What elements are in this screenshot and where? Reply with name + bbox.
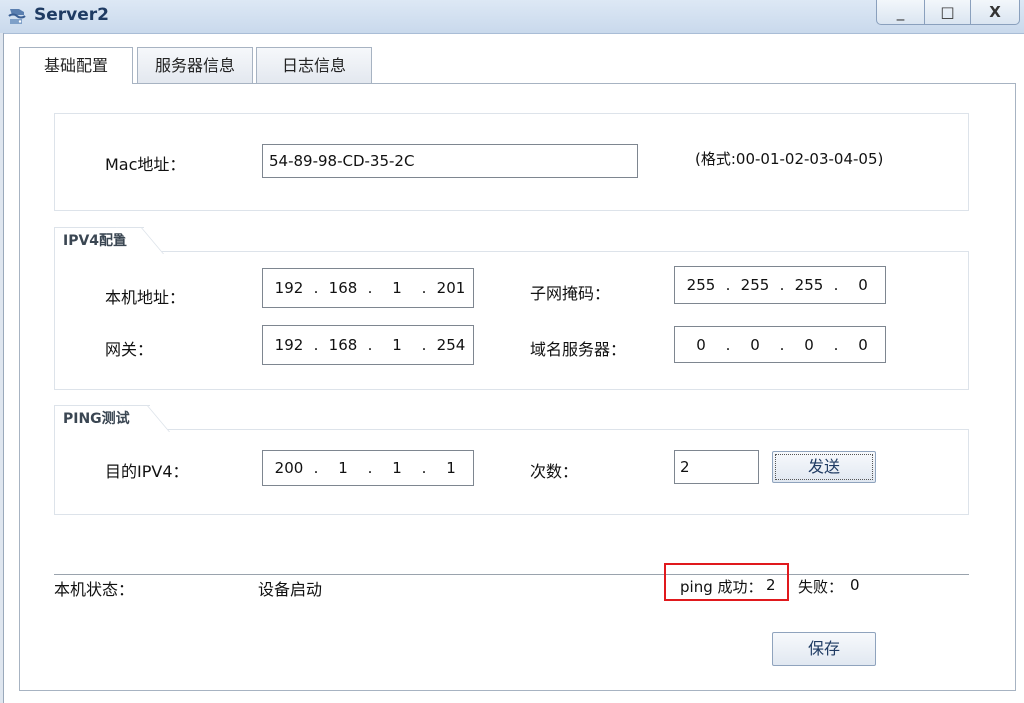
octet-dot: . xyxy=(313,279,319,297)
octet: 1 xyxy=(392,336,402,354)
dns-input[interactable]: 0. 0. 0. 0 xyxy=(674,326,886,363)
tab-log-info[interactable]: 日志信息 xyxy=(256,47,372,83)
octet: 0 xyxy=(696,335,706,354)
octet-dot: . xyxy=(833,335,839,354)
ping-fail-count: 0 xyxy=(850,576,860,594)
octet-dot: . xyxy=(779,335,785,354)
octet: 192 xyxy=(274,336,304,354)
ping-success-highlight xyxy=(664,563,789,601)
local-address-label: 本机地址： xyxy=(105,288,186,307)
octet: 1 xyxy=(338,459,348,477)
maximize-icon: □ xyxy=(940,3,955,21)
status-label: 本机状态： xyxy=(54,580,135,599)
octet-dot: . xyxy=(421,336,427,354)
octet: 0 xyxy=(858,335,868,354)
octet: 254 xyxy=(436,336,466,354)
octet-dot: . xyxy=(421,459,427,477)
octet: 1 xyxy=(392,459,402,477)
close-icon: X xyxy=(989,3,1001,21)
octet-dot: . xyxy=(367,336,373,354)
octet-dot: . xyxy=(725,335,731,354)
octet-dot: . xyxy=(779,276,785,294)
octet-dot: . xyxy=(367,279,373,297)
octet: 1 xyxy=(446,459,456,477)
minimize-button[interactable]: _ xyxy=(876,0,925,25)
save-button[interactable]: 保存 xyxy=(772,632,876,666)
octet: 255 xyxy=(794,276,824,294)
octet: 1 xyxy=(392,279,402,297)
dns-label: 域名服务器： xyxy=(530,340,627,359)
maximize-button[interactable]: □ xyxy=(924,0,971,25)
octet-dot: . xyxy=(313,459,319,477)
target-ipv4-input[interactable]: 200. 1. 1. 1 xyxy=(262,450,474,486)
octet: 168 xyxy=(328,336,358,354)
octet: 0 xyxy=(750,335,760,354)
octet: 255 xyxy=(740,276,770,294)
status-value: 设备启动 xyxy=(258,580,323,599)
tab-server-info[interactable]: 服务器信息 xyxy=(137,47,253,83)
octet: 0 xyxy=(858,276,868,294)
window-left-edge xyxy=(0,33,4,703)
target-ipv4-label: 目的IPV4： xyxy=(105,462,189,481)
tab-basic-config[interactable]: 基础配置 xyxy=(19,47,133,84)
octet: 168 xyxy=(328,279,358,297)
window-title: Server2 xyxy=(34,5,109,25)
ping-fail-label: 失败： xyxy=(798,578,844,596)
send-button[interactable]: 发送 xyxy=(772,451,876,483)
subnet-mask-label: 子网掩码： xyxy=(530,284,611,303)
count-input[interactable] xyxy=(674,450,759,484)
octet: 192 xyxy=(274,279,304,297)
mac-format-hint: (格式:00-01-02-03-04-05) xyxy=(695,150,884,168)
ping-group-title: PING测试 xyxy=(54,405,150,431)
mac-input[interactable] xyxy=(262,144,638,178)
gateway-input[interactable]: 192. 168. 1. 254 xyxy=(262,325,474,365)
subnet-mask-input[interactable]: 255. 255. 255. 0 xyxy=(674,266,886,304)
ipv4-group-title: IPV4配置 xyxy=(54,227,144,253)
gateway-label: 网关： xyxy=(105,340,154,359)
minimize-icon: _ xyxy=(896,3,905,21)
octet: 0 xyxy=(804,335,814,354)
octet: 200 xyxy=(274,459,304,477)
local-address-input[interactable]: 192. 168. 1. 201 xyxy=(262,268,474,308)
server-app-icon xyxy=(8,9,26,24)
octet-dot: . xyxy=(367,459,373,477)
octet-dot: . xyxy=(725,276,731,294)
octet: 255 xyxy=(686,276,716,294)
title-bar[interactable] xyxy=(0,0,1024,34)
count-label: 次数： xyxy=(530,462,579,481)
close-button[interactable]: X xyxy=(970,0,1020,25)
mac-label: Mac地址： xyxy=(105,155,186,174)
octet-dot: . xyxy=(421,279,427,297)
status-divider xyxy=(54,574,969,575)
octet: 201 xyxy=(436,279,466,297)
octet-dot: . xyxy=(313,336,319,354)
octet-dot: . xyxy=(833,276,839,294)
